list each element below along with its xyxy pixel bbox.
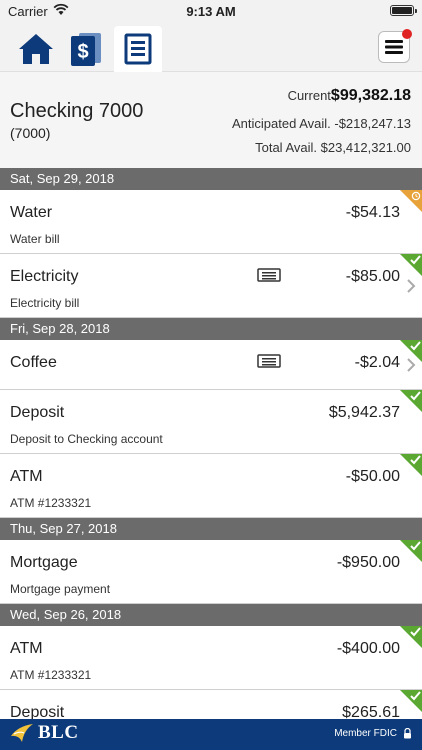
chevron-right-icon[interactable]	[406, 357, 416, 373]
footer-banner: BLC Member FDIC	[0, 719, 422, 750]
clock: 9:13 AM	[186, 4, 236, 19]
hamburger-menu-icon	[385, 40, 403, 54]
transaction-amount: -$54.13	[345, 204, 400, 221]
nav-bar: $	[0, 22, 422, 72]
cleared-check-icon	[400, 254, 422, 276]
tab-accounts[interactable]: $	[62, 26, 110, 72]
home-icon	[19, 34, 53, 64]
transaction-description: Water bill	[10, 232, 60, 246]
transaction-title: Mortgage	[10, 554, 78, 571]
bird-logo-icon	[11, 724, 33, 742]
current-balance-value: $99,382.18	[330, 87, 411, 104]
transaction-title: ATM	[10, 640, 43, 657]
receipt-icon[interactable]	[257, 268, 281, 282]
transaction-row[interactable]: Coffee -$2.04	[0, 340, 422, 390]
cleared-check-icon	[400, 690, 422, 712]
transaction-title: Water	[10, 204, 53, 221]
transaction-row[interactable]: Water Water bill -$54.13	[0, 190, 422, 254]
transaction-row[interactable]: ATM ATM #1233321 -$50.00	[0, 454, 422, 518]
notification-dot	[402, 29, 412, 39]
anticipated-balance: Anticipated Avail. -$218,247.13	[231, 116, 411, 131]
current-balance: Current$99,382.18	[288, 87, 411, 105]
cleared-check-icon	[400, 454, 422, 476]
transaction-row[interactable]: Electricity Electricity bill -$85.00	[0, 254, 422, 318]
chevron-right-icon[interactable]	[406, 278, 416, 294]
cleared-check-icon	[400, 626, 422, 648]
transaction-amount: -$400.00	[336, 640, 400, 657]
date-header: Sat, Sep 29, 2018	[0, 168, 422, 190]
transaction-description: ATM #1233321	[10, 668, 92, 682]
transaction-description: Electricity bill	[10, 296, 80, 310]
menu-button[interactable]	[378, 29, 412, 63]
svg-text:$: $	[77, 41, 88, 63]
transaction-row[interactable]: Deposit Deposit to Checking account $5,9…	[0, 390, 422, 454]
transaction-amount: $5,942.37	[328, 404, 400, 421]
brand-name: BLC	[38, 722, 79, 743]
transaction-title: Deposit	[10, 404, 65, 421]
cleared-check-icon	[400, 390, 422, 412]
lock-icon	[404, 728, 411, 739]
transaction-title: Coffee	[10, 354, 57, 371]
current-balance-label: Current	[287, 88, 331, 103]
date-header: Wed, Sep 26, 2018	[0, 604, 422, 626]
transaction-description: Deposit to Checking account	[10, 432, 163, 446]
transaction-title: ATM	[10, 468, 43, 485]
fdic-label: Member FDIC	[334, 728, 397, 739]
transaction-amount: -$85.00	[345, 268, 400, 285]
transaction-description: ATM #1233321	[10, 496, 92, 510]
transaction-row[interactable]: ATM ATM #1233321 -$400.00	[0, 626, 422, 690]
dollar-icon: $	[71, 33, 101, 66]
total-balance: Total Avail. $23,412,321.00	[255, 140, 411, 155]
tab-transactions[interactable]	[114, 26, 162, 72]
account-name: Checking 7000	[10, 100, 144, 122]
fdic-notice: Member FDIC	[334, 728, 412, 739]
account-number: (7000)	[10, 125, 51, 141]
transaction-row[interactable]: Mortgage Mortgage payment -$950.00	[0, 540, 422, 604]
transaction-description: Mortgage payment	[10, 582, 111, 596]
receipt-icon[interactable]	[257, 354, 281, 368]
transaction-amount: -$50.00	[345, 468, 400, 485]
transaction-amount: -$2.04	[354, 354, 400, 371]
date-header: Thu, Sep 27, 2018	[0, 518, 422, 540]
brand-logo: BLC	[10, 722, 79, 744]
transaction-title: Electricity	[10, 268, 79, 285]
battery-icon	[390, 5, 417, 16]
cleared-check-icon	[400, 540, 422, 562]
pending-clock-icon	[400, 190, 422, 212]
transaction-list[interactable]: Sat, Sep 29, 2018 Water Water bill -$54.…	[0, 168, 422, 750]
date-header: Fri, Sep 28, 2018	[0, 318, 422, 340]
account-header: Checking 7000 (7000) Current$99,382.18 A…	[0, 72, 422, 168]
status-bar: Carrier 9:13 AM	[0, 0, 422, 22]
tab-home[interactable]	[12, 26, 60, 72]
transaction-amount: -$950.00	[336, 554, 400, 571]
document-list-icon	[124, 33, 152, 65]
